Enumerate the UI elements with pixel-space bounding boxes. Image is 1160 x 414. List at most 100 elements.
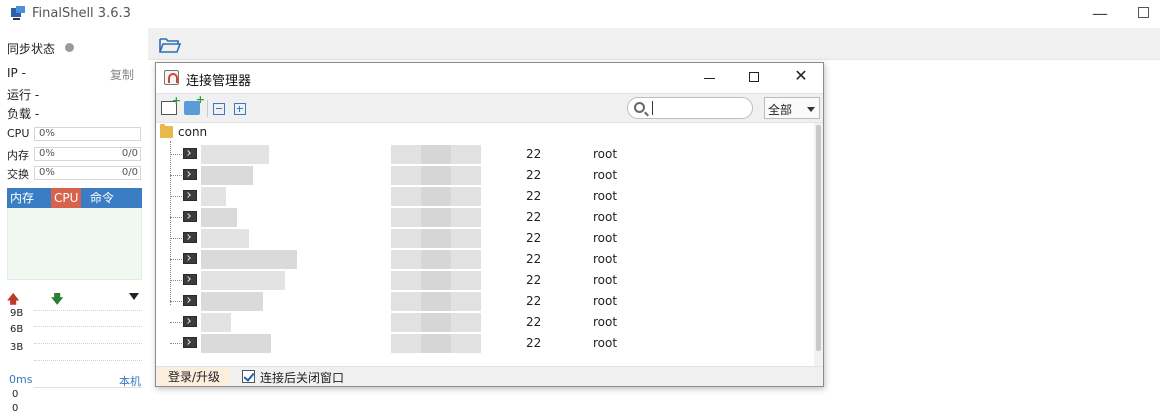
network-header: 🡅 🡇 xyxy=(7,291,142,306)
connection-port: 22 xyxy=(526,252,542,266)
memory-usage-row: 内存 0% 0/0 xyxy=(7,147,143,162)
dialog-close-button[interactable]: ✕ xyxy=(793,68,809,84)
app-cup-icon xyxy=(164,70,179,85)
terminal-icon xyxy=(183,274,197,285)
connection-row[interactable]: 22 root xyxy=(156,228,814,249)
memory-label: 内存 xyxy=(7,149,29,162)
ping-latency: 0ms xyxy=(9,373,33,386)
connection-port: 22 xyxy=(526,189,542,203)
connection-port: 22 xyxy=(526,336,542,350)
connection-user: root xyxy=(593,294,618,308)
close-after-connect-checkbox[interactable] xyxy=(242,370,255,383)
cpu-percent: 0% xyxy=(39,128,55,139)
window-titlebar: FinalShell 3.6.3 — xyxy=(0,0,1160,28)
filter-selected-value: 全部 xyxy=(768,103,793,117)
open-folder-icon[interactable] xyxy=(158,36,182,54)
expand-all-icon[interactable] xyxy=(234,103,246,115)
terminal-icon xyxy=(183,337,197,348)
tree-scrollbar[interactable] xyxy=(814,123,823,366)
swap-label: 交换 xyxy=(7,168,29,181)
ping-chart xyxy=(34,387,142,388)
connection-port: 22 xyxy=(526,273,542,287)
new-connection-icon[interactable] xyxy=(161,94,181,115)
connection-row[interactable]: 22 root xyxy=(156,270,814,291)
connection-row[interactable]: 22 root xyxy=(156,333,814,354)
main-toolbar xyxy=(148,28,1160,60)
new-folder-icon[interactable] xyxy=(184,93,205,115)
connection-tree: conn 22 root 22 root 22 root 22 root 22 … xyxy=(156,123,814,366)
ip-label: IP - xyxy=(7,66,26,80)
filter-dropdown[interactable]: 全部 xyxy=(764,97,820,119)
toolbar-divider xyxy=(207,100,208,117)
copy-ip-button[interactable]: 复制 xyxy=(110,66,134,83)
search-box[interactable] xyxy=(627,97,753,119)
connection-host-redacted xyxy=(391,145,481,164)
minimize-button[interactable]: — xyxy=(1092,4,1108,23)
connection-manager-dialog: 连接管理器 ✕ 全部 conn 22 root xyxy=(155,62,824,387)
ping-scale-label: 0 xyxy=(12,403,19,414)
connection-name-redacted xyxy=(201,208,237,227)
terminal-icon xyxy=(183,316,197,327)
dialog-maximize-button[interactable] xyxy=(749,72,759,82)
sync-status-dot-icon xyxy=(65,43,74,52)
connection-host-redacted xyxy=(391,334,481,353)
terminal-icon xyxy=(183,190,197,201)
dialog-minimize-button[interactable] xyxy=(703,70,717,84)
connection-host-redacted xyxy=(391,187,481,206)
terminal-icon xyxy=(183,232,197,243)
net-scale-label: 9B xyxy=(10,308,24,319)
cpu-usage-row: CPU 0% xyxy=(7,127,143,142)
connection-name-redacted xyxy=(201,313,231,332)
connection-port: 22 xyxy=(526,210,542,224)
connection-user: root xyxy=(593,273,618,287)
connection-user: root xyxy=(593,189,618,203)
connection-row[interactable]: 22 root xyxy=(156,165,814,186)
collapse-all-icon[interactable] xyxy=(213,103,225,115)
dialog-title: 连接管理器 xyxy=(186,74,252,89)
connection-row[interactable]: 22 root xyxy=(156,249,814,270)
terminal-icon xyxy=(183,253,197,264)
memory-usage-bar: 0% 0/0 xyxy=(34,147,141,161)
search-icon xyxy=(634,102,645,113)
connection-row[interactable]: 22 root xyxy=(156,312,814,333)
tab-command[interactable]: 命令 xyxy=(87,188,117,208)
connection-port: 22 xyxy=(526,168,542,182)
chevron-down-icon xyxy=(807,107,815,112)
sync-status-label: 同步状态 xyxy=(7,42,56,56)
connection-name-redacted xyxy=(201,166,253,185)
folder-node[interactable]: conn xyxy=(156,123,814,143)
folder-name: conn xyxy=(178,125,208,139)
connection-row[interactable]: 22 root xyxy=(156,186,814,207)
connection-row[interactable]: 22 root xyxy=(156,291,814,312)
scrollbar-thumb[interactable] xyxy=(816,125,821,351)
connection-row[interactable]: 22 root xyxy=(156,144,814,165)
connection-host-redacted xyxy=(391,208,481,227)
terminal-icon xyxy=(183,211,197,222)
swap-usage-bar: 0% 0/0 xyxy=(34,166,141,180)
net-scale-label: 3B xyxy=(10,342,24,353)
login-upgrade-button[interactable]: 登录/升级 xyxy=(158,368,230,386)
tab-cpu[interactable]: CPU xyxy=(51,188,82,208)
connection-port: 22 xyxy=(526,315,542,329)
memory-ratio: 0/0 xyxy=(121,148,138,159)
connection-port: 22 xyxy=(526,294,542,308)
folder-icon xyxy=(160,124,173,138)
server-status-sidebar: 同步状态 IP - 复制 运行 - 负载 - CPU 0% 内存 0% 0/0 … xyxy=(0,28,148,414)
connection-name-redacted xyxy=(201,271,285,290)
dialog-toolbar: 全部 xyxy=(156,93,823,123)
connection-row[interactable]: 22 root xyxy=(156,207,814,228)
maximize-button[interactable] xyxy=(1138,7,1149,18)
process-list xyxy=(7,208,142,280)
tab-memory[interactable]: 内存 xyxy=(7,188,37,208)
connection-name-redacted xyxy=(201,334,271,353)
network-interface-dropdown-icon[interactable] xyxy=(129,293,139,300)
connection-host-redacted xyxy=(391,313,481,332)
finalshell-logo-icon xyxy=(11,6,25,20)
process-tabs: 内存 CPU 命令 xyxy=(7,188,142,208)
dialog-footer: 登录/升级 连接后关闭窗口 xyxy=(156,366,823,386)
download-arrow-icon: 🡇 xyxy=(51,292,64,306)
memory-percent: 0% xyxy=(39,148,55,159)
search-input[interactable] xyxy=(652,101,748,115)
net-scale-label: 6B xyxy=(10,324,24,335)
close-after-connect-label[interactable]: 连接后关闭窗口 xyxy=(260,369,344,386)
